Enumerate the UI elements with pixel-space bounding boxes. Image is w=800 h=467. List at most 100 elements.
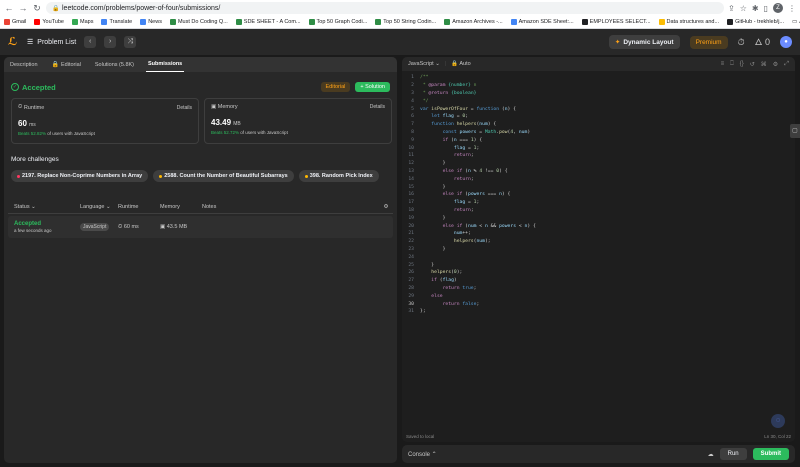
code-line[interactable]: 28 return true; (402, 285, 795, 293)
dynamic-layout-button[interactable]: ✦ Dynamic Layout (608, 35, 680, 49)
bookmark-item[interactable]: Data structures and... (658, 19, 719, 25)
code-line[interactable]: 2 * @param {number} n (402, 82, 795, 90)
bookmark-icon[interactable]: ⎕ (730, 61, 734, 68)
code-line[interactable]: 31}; (402, 308, 795, 316)
code-line[interactable]: 3 * @return {boolean} (402, 90, 795, 98)
code-line[interactable]: 5 var isPowerOfFour = function (n) { (402, 105, 795, 113)
code-line[interactable]: 13 else if (n % 4 !== 0) { (402, 168, 795, 176)
code-line[interactable]: 16 else if (powers === n) { (402, 191, 795, 199)
settings-icon[interactable]: ⚙ (379, 204, 393, 210)
code-line[interactable]: 9 if (n === 1) { (402, 136, 795, 144)
language-select[interactable]: JavaScript ⌄ (408, 61, 440, 67)
leetcode-logo-icon[interactable]: ℒ (8, 36, 19, 48)
cloud-icon[interactable]: ☁ (708, 451, 714, 458)
next-problem-button[interactable]: › (104, 36, 117, 48)
reload-icon[interactable]: ↻ (32, 3, 42, 13)
status-header[interactable]: Status ⌄ (8, 204, 80, 210)
code-line[interactable]: 8 const powers = Math.pow(4, num) (402, 129, 795, 137)
star-icon[interactable]: ☆ (740, 4, 747, 13)
bookmark-item[interactable]: Amazon SDE Sheet:... (510, 19, 574, 25)
language-header[interactable]: Language ⌄ (80, 204, 118, 210)
bookmark-item[interactable]: GitHub - trekhleb/j... (727, 19, 784, 25)
run-button[interactable]: Run (719, 448, 747, 460)
sidepanel-icon[interactable]: ▯ (764, 4, 768, 13)
braces-icon[interactable]: {} (740, 61, 744, 68)
tab-solutions[interactable]: Solutions (5.8K) (93, 57, 136, 72)
address-bar[interactable]: 🔒 leetcode.com/problems/power-of-four/su… (46, 2, 725, 14)
reset-icon[interactable]: ↺ (750, 61, 755, 68)
bookmark-item[interactable]: Must Do Coding Q... (169, 19, 228, 25)
tab-description[interactable]: Description (8, 57, 40, 72)
code-line[interactable]: 30 return false; (402, 300, 795, 308)
challenge-chip[interactable]: 2197. Replace Non-Coprime Numbers in Arr… (11, 170, 149, 182)
runtime-details-link[interactable]: Details (177, 105, 192, 111)
share-icon[interactable]: ⇪ (728, 4, 735, 13)
challenge-chip[interactable]: 2588. Count the Number of Beautiful Suba… (153, 170, 294, 182)
runtime-card[interactable]: ⏲ Runtime Details 60 ms Beats 52.82% of … (11, 98, 199, 144)
code-line[interactable]: 20 else if (num < n && powers < n) { (402, 222, 795, 230)
code-line[interactable]: 1 /** (402, 74, 795, 82)
user-avatar[interactable]: ● (780, 36, 792, 48)
forward-icon[interactable]: → (18, 3, 28, 13)
table-row[interactable]: Accepted a few seconds ago JavaScript ⏲ … (8, 216, 393, 238)
bookmark-item[interactable]: News (140, 19, 162, 25)
bookmark-item[interactable]: Top 50 Graph Codi... (308, 19, 367, 25)
code-line[interactable]: 24 (402, 253, 795, 261)
bookmark-item[interactable]: Amazon Archives -... (444, 19, 503, 25)
problem-list-nav[interactable]: ☰ Problem List (27, 38, 76, 47)
bookmark-item[interactable]: Top 50 String Codin... (375, 19, 436, 25)
bookmark-item[interactable]: Gmail (4, 19, 26, 25)
timer-icon[interactable]: ⏱ (738, 37, 745, 48)
bookmark-item[interactable]: Maps (72, 19, 93, 25)
code-line[interactable]: 17 flag = 1; (402, 199, 795, 207)
code-line[interactable]: 29 else (402, 292, 795, 300)
code-line[interactable]: 6 let flag = 0; (402, 113, 795, 121)
bookmark-item[interactable]: Translate (101, 19, 132, 25)
back-icon[interactable]: ← (4, 3, 14, 13)
code-line[interactable]: 21 num++; (402, 230, 795, 238)
row-status-label[interactable]: Accepted (14, 221, 80, 227)
shortcut-icon[interactable]: ⌘ (761, 61, 767, 68)
code-line[interactable]: 26 helpers(0); (402, 269, 795, 277)
memory-card[interactable]: ▣ Memory Details 43.49 MB Beats 52.72% o… (204, 98, 392, 144)
tab-submissions[interactable]: Submissions (146, 57, 185, 72)
code-line[interactable]: 27 if (flag) (402, 277, 795, 285)
code-line[interactable]: 12 } (402, 160, 795, 168)
settings-icon[interactable]: ⚙ (773, 61, 778, 68)
code-area[interactable]: 1/** 2 * @param {number} n3 * @return {bo… (402, 74, 795, 316)
extensions-icon[interactable]: ✱ (752, 4, 759, 13)
code-line[interactable]: 25 } (402, 261, 795, 269)
editorial-button[interactable]: Editorial (320, 82, 351, 92)
code-line[interactable]: 22 helpers(num); (402, 238, 795, 246)
bookmark-item[interactable]: SDE SHEET - A Com... (235, 19, 301, 25)
notes-icon[interactable]: ≡ (721, 61, 725, 68)
tab-editorial[interactable]: 🔒 Editorial (50, 57, 83, 72)
code-line[interactable]: 4 */ (402, 97, 795, 105)
code-line[interactable]: 19 } (402, 214, 795, 222)
code-line[interactable]: 15 } (402, 183, 795, 191)
submit-button[interactable]: Submit (752, 448, 789, 460)
streak-counter[interactable]: 🜂 0 (755, 33, 770, 51)
autocomplete-mode[interactable]: 🔒 Auto (451, 61, 470, 67)
code-line[interactable]: 23 } (402, 246, 795, 254)
chat-icon[interactable]: ◌ (771, 414, 785, 428)
side-panel-tab[interactable]: ▢ (790, 124, 800, 138)
bookmark-item[interactable]: YouTube (34, 19, 64, 25)
menu-icon[interactable]: ⋮ (788, 4, 796, 13)
prev-problem-button[interactable]: ‹ (84, 36, 97, 48)
code-line[interactable]: 10 flag = 1; (402, 144, 795, 152)
code-line[interactable]: 11 return; (402, 152, 795, 160)
premium-button[interactable]: Premium (689, 35, 728, 49)
bookmark-item[interactable]: EMPLOYEES SELECT... (581, 19, 651, 25)
code-line[interactable]: 7 function helpers(num) { (402, 121, 795, 129)
all-bookmarks[interactable]: ▭All Bookmarks (792, 19, 800, 25)
code-line[interactable]: 18 return; (402, 207, 795, 215)
shuffle-icon[interactable]: ⤨ (124, 36, 137, 48)
profile-avatar[interactable]: Z (773, 3, 783, 13)
memory-details-link[interactable]: Details (370, 104, 385, 110)
code-line[interactable]: 14 return; (402, 175, 795, 183)
fullscreen-icon[interactable]: ⤢ (784, 61, 789, 68)
solution-button[interactable]: + Solution (355, 82, 390, 92)
console-toggle[interactable]: Console ⌃ (408, 451, 437, 458)
challenge-chip[interactable]: 398. Random Pick Index (298, 170, 379, 182)
